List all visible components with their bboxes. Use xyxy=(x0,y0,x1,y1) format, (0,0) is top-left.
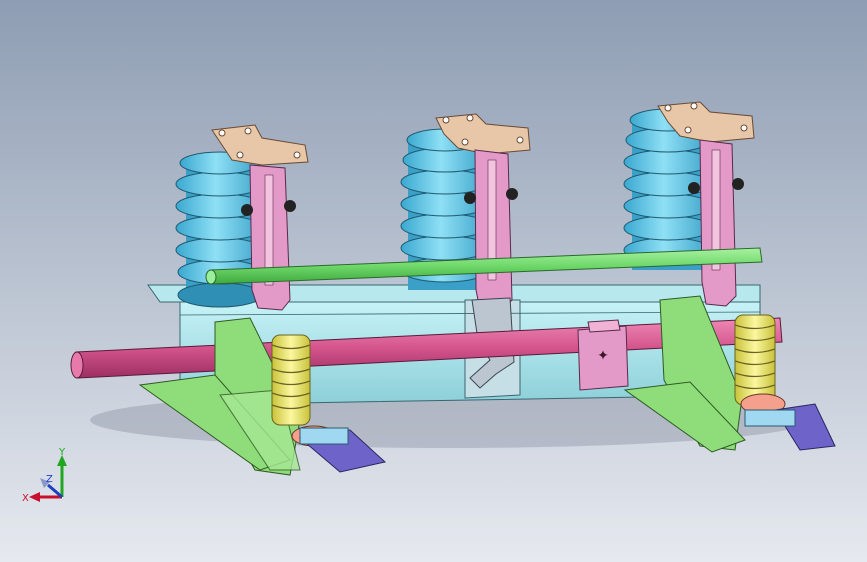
triad-z-label: Z xyxy=(46,474,53,485)
cad-viewport[interactable]: ✦ Y X Z xyxy=(0,0,867,562)
mechanism-emblem-icon: ✦ xyxy=(597,348,609,364)
model-canvas[interactable]: ✦ Y X Z xyxy=(0,0,867,562)
triad-x-label: X xyxy=(22,493,29,504)
triad-y-label: Y xyxy=(58,447,66,458)
operating-mechanism-box[interactable]: ✦ xyxy=(577,319,629,391)
